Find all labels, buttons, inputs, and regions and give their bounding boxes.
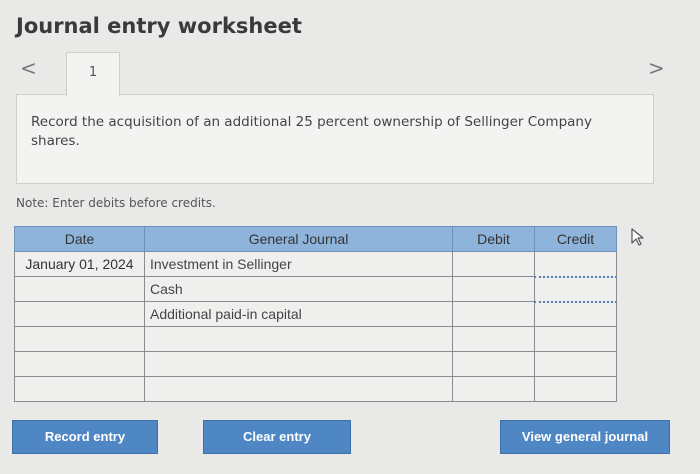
view-general-journal-button[interactable]: View general journal xyxy=(500,420,670,454)
account-value xyxy=(147,356,150,372)
record-entry-button[interactable]: Record entry xyxy=(12,420,158,454)
date-cell[interactable] xyxy=(14,351,145,377)
debit-input[interactable] xyxy=(452,326,535,352)
debit-input[interactable] xyxy=(452,301,535,327)
debit-input[interactable] xyxy=(452,376,535,402)
header-credit: Credit xyxy=(534,226,617,252)
debit-input[interactable] xyxy=(452,276,535,302)
journal-table: Date General Journal Debit Credit Januar… xyxy=(14,226,617,402)
account-cell[interactable]: Cash xyxy=(144,276,453,302)
entry-note: Note: Enter debits before credits. xyxy=(16,196,216,210)
credit-input[interactable] xyxy=(534,301,617,327)
credit-input[interactable] xyxy=(534,326,617,352)
question-prompt: Record the acquisition of an additional … xyxy=(16,94,654,184)
date-cell[interactable] xyxy=(14,276,145,302)
table-row xyxy=(14,351,617,377)
table-row xyxy=(14,376,617,402)
table-header-row: Date General Journal Debit Credit xyxy=(14,226,617,252)
account-value: Cash xyxy=(150,281,183,297)
table-row: January 01, 2024 Investment in Sellinger xyxy=(14,251,617,277)
account-cell[interactable]: Additional paid-in capital xyxy=(144,301,453,327)
header-debit: Debit xyxy=(452,226,535,252)
debit-input[interactable] xyxy=(452,251,535,277)
clear-entry-button[interactable]: Clear entry xyxy=(203,420,351,454)
prompt-text: Record the acquisition of an additional … xyxy=(31,114,592,149)
table-row xyxy=(14,326,617,352)
header-date: Date xyxy=(14,226,145,252)
date-cell[interactable] xyxy=(14,301,145,327)
account-cell[interactable] xyxy=(144,376,453,402)
mouse-pointer-icon xyxy=(631,228,644,246)
account-cell[interactable] xyxy=(144,326,453,352)
credit-input[interactable] xyxy=(534,251,617,277)
date-cell[interactable]: January 01, 2024 xyxy=(14,251,145,277)
chevron-left-icon[interactable]: < xyxy=(20,56,37,80)
table-row: Additional paid-in capital xyxy=(14,301,617,327)
debit-input[interactable] xyxy=(452,351,535,377)
account-value xyxy=(147,331,150,347)
credit-input[interactable] xyxy=(534,351,617,377)
account-value xyxy=(147,381,150,397)
header-general-journal: General Journal xyxy=(144,226,453,252)
account-value: Additional paid-in capital xyxy=(150,306,302,322)
date-cell[interactable] xyxy=(14,376,145,402)
date-cell[interactable] xyxy=(14,326,145,352)
account-value: Investment in Sellinger xyxy=(150,256,292,272)
credit-input[interactable] xyxy=(534,376,617,402)
page-title: Journal entry worksheet xyxy=(16,14,302,38)
credit-input[interactable] xyxy=(534,275,617,303)
account-cell[interactable]: Investment in Sellinger xyxy=(144,251,453,277)
account-cell[interactable] xyxy=(144,351,453,377)
chevron-right-icon[interactable]: > xyxy=(648,56,665,80)
tab-1[interactable]: 1 xyxy=(66,52,120,96)
table-row: Cash xyxy=(14,275,617,303)
